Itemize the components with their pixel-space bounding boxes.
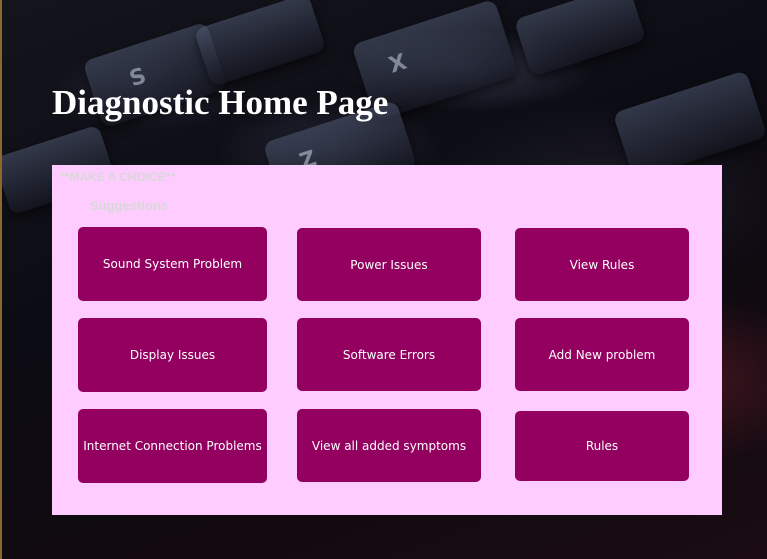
internet-connection-problems-button[interactable]: Internet Connection Problems [78, 409, 267, 483]
panel-header: **MAKE A CHOICE** [60, 170, 176, 184]
display-issues-button[interactable]: Display Issues [78, 318, 267, 392]
rules-button[interactable]: Rules [515, 411, 689, 481]
view-all-added-symptoms-button[interactable]: View all added symptoms [297, 409, 481, 482]
add-new-problem-button[interactable]: Add New problem [515, 318, 689, 391]
sound-system-problem-button[interactable]: Sound System Problem [78, 227, 267, 301]
software-errors-button[interactable]: Software Errors [297, 318, 481, 391]
view-rules-button[interactable]: View Rules [515, 228, 689, 301]
page-title: Diagnostic Home Page [52, 83, 389, 122]
suggestions-label: Suggestions [90, 198, 169, 213]
window-edge [0, 0, 2, 559]
choice-panel: **MAKE A CHOICE** Suggestions Sound Syst… [52, 165, 722, 515]
power-issues-button[interactable]: Power Issues [297, 228, 481, 301]
